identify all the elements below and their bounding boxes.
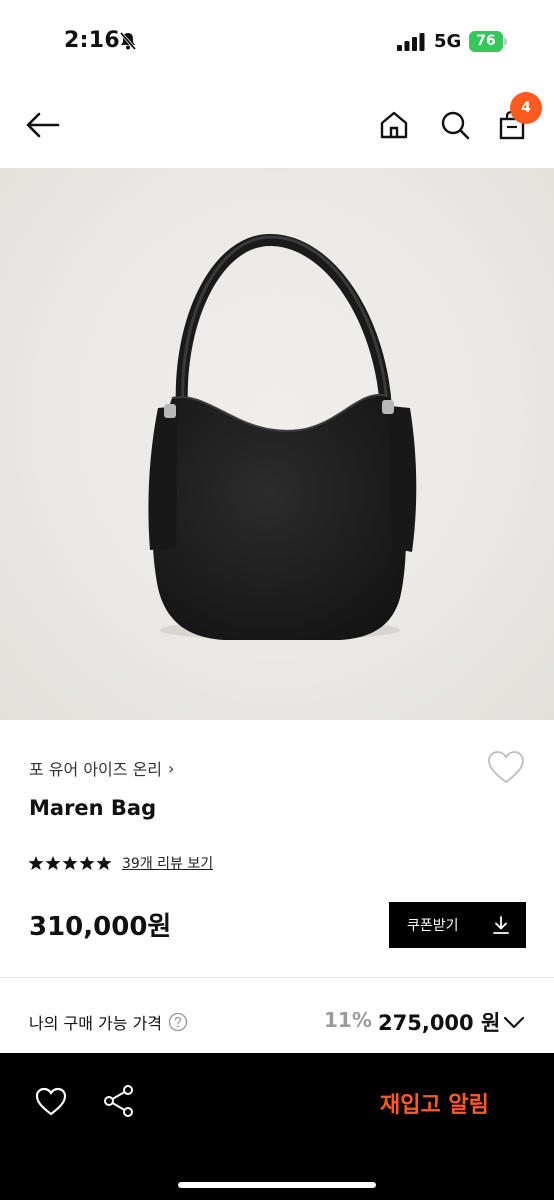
heart-outline-icon — [35, 1087, 67, 1116]
coupon-label: 쿠폰받기 — [407, 918, 459, 934]
review-link[interactable]: 39개 리뷰 보기 — [122, 853, 213, 873]
star-rating — [28, 855, 112, 871]
star-icon — [28, 856, 44, 870]
handbag-illustration — [148, 233, 417, 640]
star-icon — [79, 856, 95, 870]
cellular-signal-icon — [397, 33, 425, 51]
search-button[interactable] — [435, 105, 475, 145]
arrow-left-icon — [26, 112, 60, 138]
product-image[interactable] — [0, 168, 554, 720]
battery-cap — [504, 38, 507, 45]
home-button[interactable] — [374, 105, 414, 145]
battery-level: 76 — [469, 31, 503, 52]
network-type: 5G — [434, 31, 462, 52]
brand-name: 포 유어 아이즈 온리 — [29, 760, 163, 779]
brand-link[interactable]: 포 유어 아이즈 온리 › — [29, 756, 174, 780]
heart-outline-icon — [488, 751, 524, 784]
chevron-down-icon[interactable] — [502, 1010, 526, 1034]
buyable-label: 나의 구매 가능 가격 — [29, 1014, 163, 1033]
section-divider — [0, 977, 554, 978]
top-nav — [0, 84, 554, 168]
home-icon — [380, 111, 408, 139]
chevron-right-icon: › — [168, 758, 175, 778]
product-name: Maren Bag — [29, 796, 157, 820]
bell-muted-icon — [119, 31, 137, 51]
back-button[interactable] — [22, 105, 62, 145]
home-indicator — [178, 1182, 376, 1188]
restock-alert-button[interactable]: 재입고 알림 — [380, 1087, 489, 1119]
buyable-price-row[interactable]: 나의 구매 가능 가격 11% 275,000 원 — [0, 996, 554, 1048]
status-time: 2:16 — [64, 28, 120, 53]
rating-row: 39개 리뷰 보기 — [28, 853, 213, 873]
bottom-wishlist-button[interactable] — [34, 1085, 68, 1119]
buyable-price: 275,000 원 — [378, 1011, 501, 1035]
share-button[interactable] — [101, 1083, 137, 1119]
wishlist-button[interactable] — [486, 748, 526, 788]
coupon-button[interactable]: 쿠폰받기 — [389, 902, 526, 948]
search-icon — [441, 111, 470, 140]
star-icon — [45, 856, 61, 870]
bottom-action-bar: 재입고 알림 — [0, 1053, 554, 1200]
discount-rate: 11% — [324, 1008, 372, 1032]
battery-icon: 76 — [469, 31, 507, 52]
product-price: 310,000원 — [29, 912, 172, 942]
buyable-label-group: 나의 구매 가능 가격 — [29, 1010, 188, 1034]
share-icon — [104, 1085, 133, 1117]
star-icon — [62, 856, 78, 870]
status-bar: 2:16 5G 76 — [0, 0, 554, 84]
download-icon — [493, 916, 509, 934]
cart-count-badge: 4 — [510, 92, 542, 124]
help-icon[interactable] — [168, 1012, 188, 1032]
star-icon — [96, 856, 112, 870]
